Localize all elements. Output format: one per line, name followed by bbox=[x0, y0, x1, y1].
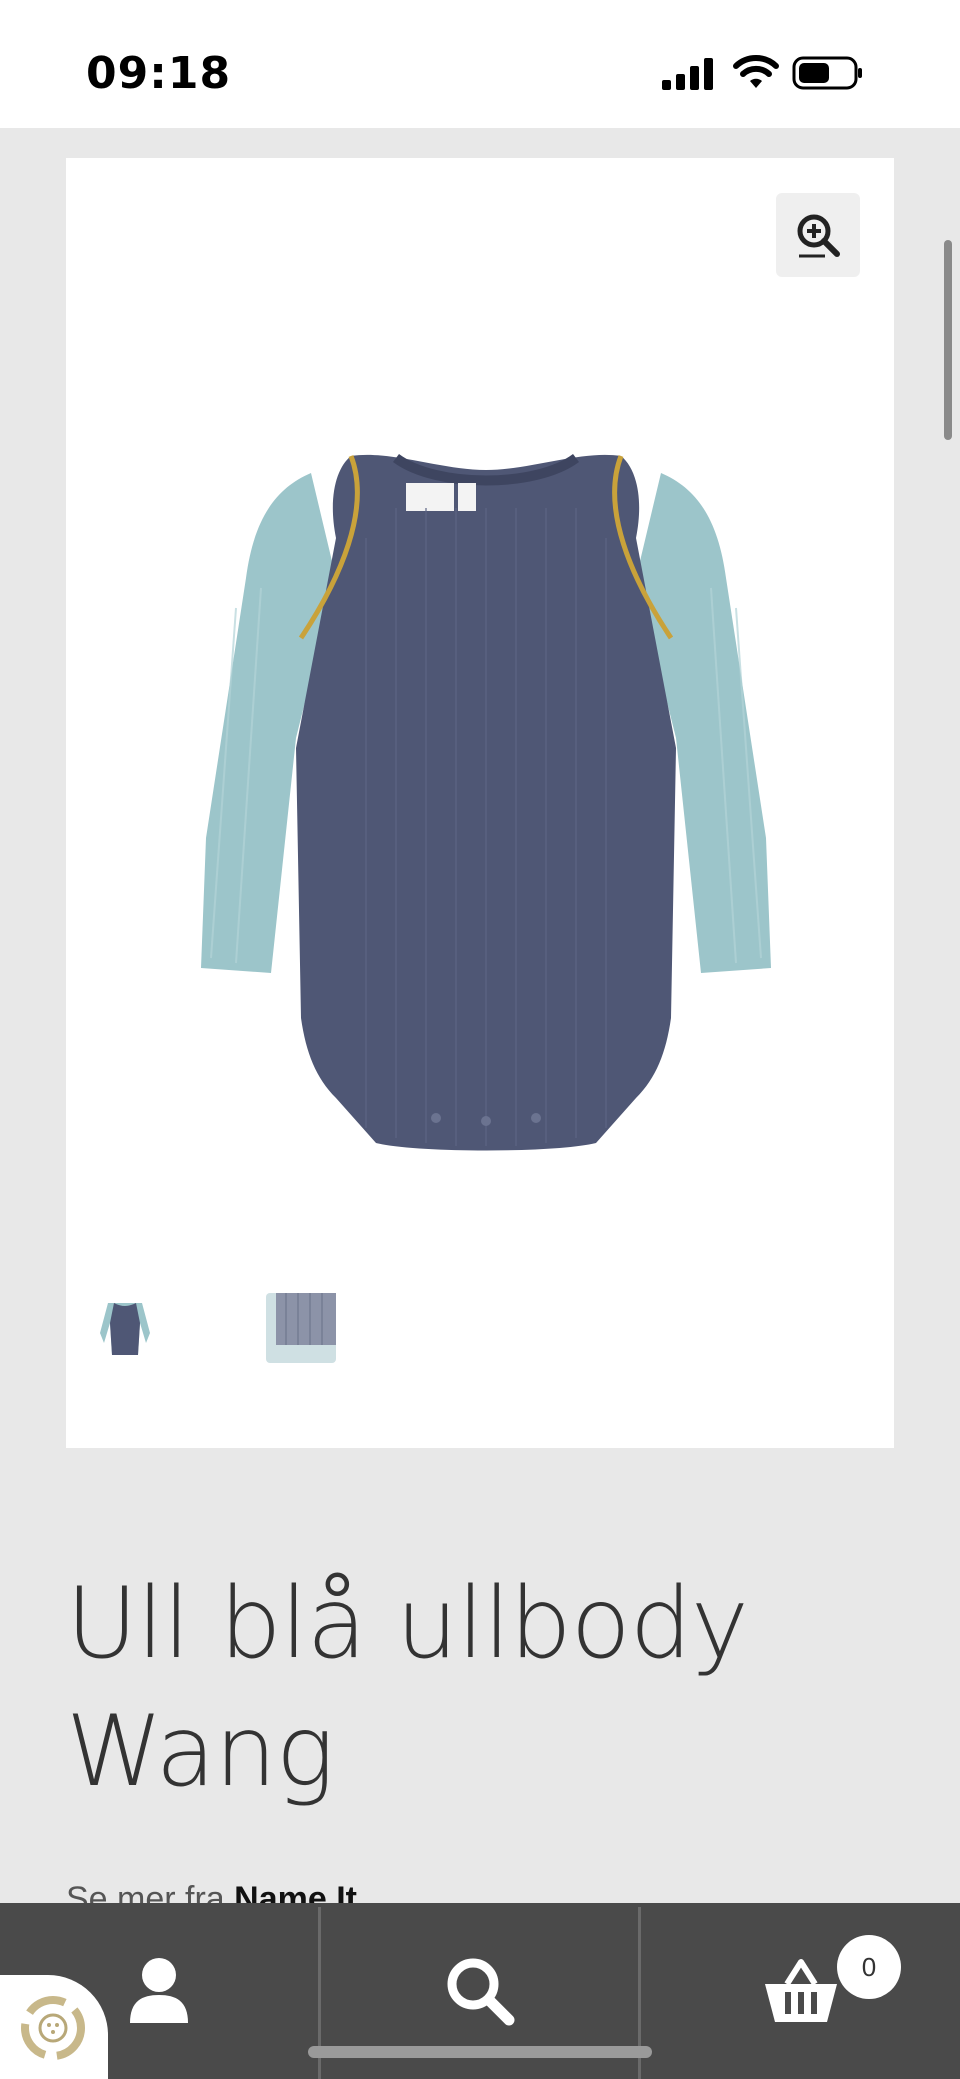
cart-count-badge: 0 bbox=[837, 1935, 901, 1999]
home-indicator bbox=[308, 2046, 652, 2058]
wifi-icon bbox=[733, 55, 779, 88]
recycle-icon bbox=[21, 1996, 85, 2060]
product-title-line-1: Ull blå ullbody bbox=[66, 1567, 749, 1681]
battery-icon bbox=[792, 56, 862, 90]
search-icon bbox=[447, 1958, 514, 2026]
user-icon bbox=[130, 1958, 188, 2023]
thumbnail-front[interactable] bbox=[90, 1293, 160, 1363]
zoom-in-icon bbox=[797, 214, 840, 258]
signal-icon bbox=[662, 58, 713, 90]
status-time: 09:18 bbox=[86, 48, 232, 99]
main-product-image[interactable] bbox=[166, 278, 806, 1278]
recycle-badge[interactable] bbox=[0, 1975, 108, 2079]
basket-icon bbox=[764, 1959, 837, 2022]
nav-cart-button[interactable]: 0 bbox=[641, 1903, 960, 2079]
product-image-gallery bbox=[66, 158, 894, 1448]
scroll-indicator[interactable] bbox=[944, 240, 952, 440]
product-title-line-2: Wang bbox=[66, 1695, 335, 1809]
thumbnail-fabric-detail[interactable] bbox=[266, 1293, 336, 1363]
product-title: Ull blå ullbody Wang bbox=[66, 1560, 886, 1816]
zoom-button[interactable] bbox=[776, 193, 860, 277]
status-bar: 09:18 bbox=[0, 0, 960, 128]
